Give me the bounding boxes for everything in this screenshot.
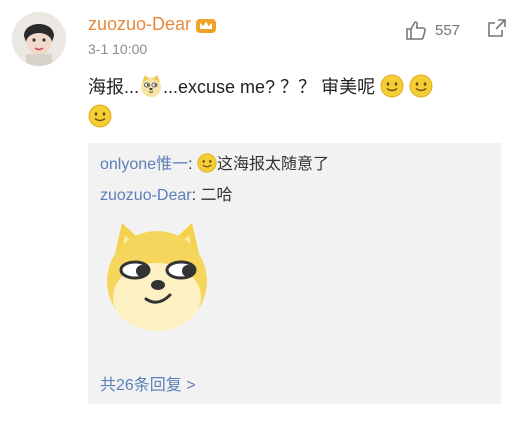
smile-emoji-icon	[409, 74, 433, 98]
reply-username[interactable]: onlyone惟一	[100, 156, 188, 173]
reply-separator: :	[191, 187, 197, 204]
more-replies-link[interactable]: 共26条回复 >	[100, 371, 196, 395]
smile-emoji-icon	[197, 153, 217, 173]
like-count: 557	[435, 21, 461, 39]
reply-separator: :	[188, 156, 193, 173]
thumbs-up-icon[interactable]	[405, 19, 427, 41]
share-icon[interactable]	[487, 18, 507, 38]
post-content: 海报... ...excuse me? ？？ 审美呢	[88, 72, 498, 132]
like-button[interactable]: 557	[405, 18, 460, 42]
doge-emoji-icon	[107, 223, 207, 331]
reply-panel: onlyone惟一: 这海报太随意了 zuozuo-Dear: 二哈 共26条回…	[88, 143, 501, 404]
avatar[interactable]	[12, 12, 66, 66]
doge-emoji-icon	[141, 75, 162, 97]
smile-emoji-icon	[88, 104, 112, 128]
timestamp: 3-1 10:00	[88, 41, 148, 57]
reply-text: 二哈	[200, 187, 233, 204]
username-text[interactable]: zuozuo-Dear	[88, 14, 191, 34]
content-text-2: ...excuse me? ？？ 审美呢	[163, 77, 376, 97]
content-text-1: 海报...	[88, 77, 140, 97]
reply-item: onlyone惟一: 这海报太随意了	[100, 153, 329, 176]
reply-item: zuozuo-Dear: 二哈	[100, 185, 233, 207]
smile-emoji-icon	[380, 74, 404, 98]
reply-username[interactable]: zuozuo-Dear	[100, 187, 192, 204]
crown-badge-icon	[196, 19, 217, 34]
username[interactable]: zuozuo-Dear	[88, 12, 217, 36]
reply-text: 这海报太随意了	[216, 156, 329, 173]
avatar-image	[12, 12, 66, 66]
